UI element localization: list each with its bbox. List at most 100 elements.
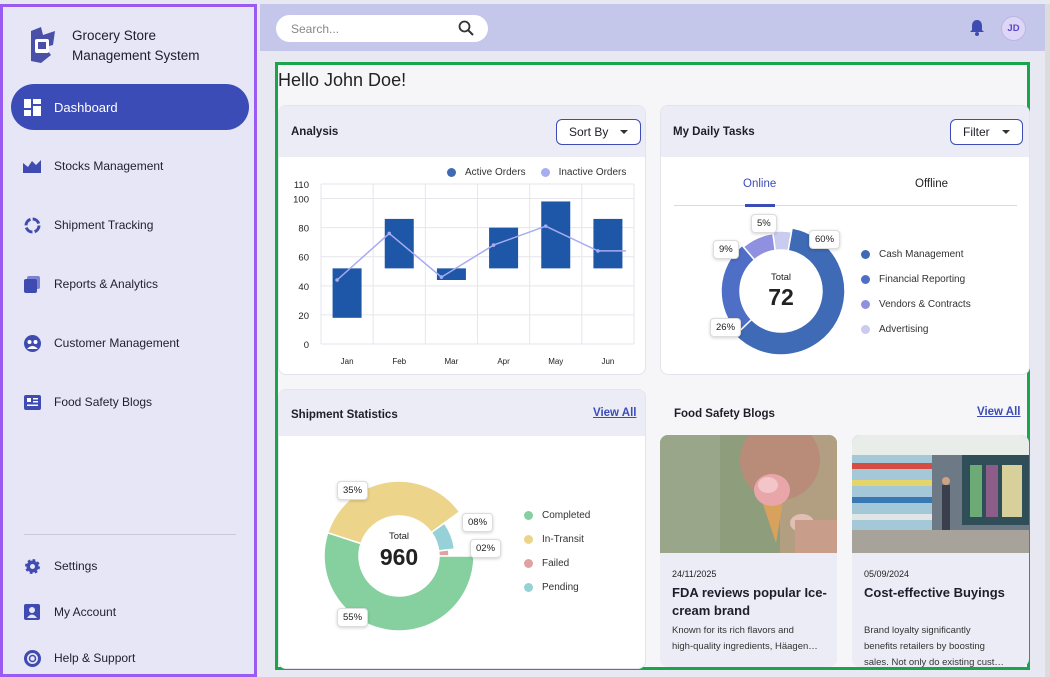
legend-label: Failed [542,558,570,569]
data-label: 5% [751,214,777,233]
point-inactive-orders [387,231,392,236]
brand-name: Grocery Store Management System [72,28,200,63]
legend-swatch [524,535,533,544]
blog-icon [23,393,41,411]
window-edge [1045,4,1050,677]
legend-swatch [861,300,870,309]
legend-label: Cash Management [879,249,964,260]
filter-label: Filter [963,125,990,139]
main-content: Hello John Doe! Analysis Sort By Active … [275,62,1030,670]
legend-item: Failed [524,558,590,569]
sidebar-item-label: Help & Support [54,651,136,665]
caret-down-icon [620,130,629,134]
sidebar-item-settings[interactable]: Settings [11,543,249,589]
ice-cream-image [660,435,837,553]
grocery-logo-icon [31,27,55,63]
sidebar-item-label: Reports & Analytics [54,277,159,291]
sidebar-item-stocks[interactable]: Stocks Management [11,143,249,189]
point-inactive-orders [491,243,496,247]
card-title: Analysis [291,126,339,138]
blog-excerpt-line: sales. Not only do existing cust… [864,657,1004,667]
search-box[interactable] [276,15,488,42]
legend-swatch [524,583,533,592]
point-inactive-orders [335,278,339,282]
search-input[interactable] [291,21,451,36]
card-header: Shipment Statistics View All [279,390,645,436]
view-all-link[interactable]: View All [977,406,1020,418]
sidebar-divider [24,534,236,535]
legend-label: Pending [542,582,579,593]
legend-swatch [524,511,533,520]
blog-card[interactable]: 05/09/2024 Cost-effective Buyings Brand … [852,435,1029,667]
blog-card[interactable]: 24/11/2025 FDA reviews popular Ice-cream… [660,435,837,667]
bar-active-orders [489,227,519,269]
blog-date: 05/09/2024 [864,569,910,579]
bar-active-orders [384,218,414,269]
active-tab-indicator [745,204,775,207]
customer-icon [23,334,41,352]
y-tick-label: 40 [298,282,309,293]
donut-total-label: Total [770,272,792,283]
filter-dropdown[interactable]: Filter [950,119,1023,145]
top-bar: JD [260,4,1050,51]
legend-swatch [524,559,533,568]
y-tick-label: 20 [298,311,309,322]
dashboard-icon [23,98,41,116]
brand[interactable]: Grocery Store Management System [27,25,222,67]
tab-online[interactable]: Online [743,178,776,190]
data-label: 08% [462,513,494,532]
sort-by-label: Sort By [569,125,609,139]
task-tabs: Online Offline [674,166,1017,207]
tasks-legend: Cash Management Financial Reporting Vend… [861,249,971,335]
view-all-link[interactable]: View All [593,407,636,419]
search-icon[interactable] [458,20,474,41]
legend-label: In-Transit [542,534,584,545]
avatar[interactable]: JD [1001,16,1026,41]
legend-swatch [861,325,870,334]
sort-by-dropdown[interactable]: Sort By [556,119,642,145]
legend-item: Advertising [861,324,971,335]
legend-item: Cash Management [861,249,971,260]
donut-total-value: 72 [768,284,794,310]
y-tick-label: 110 [294,180,309,191]
sidebar-item-label: Customer Management [54,336,180,350]
bar-active-orders [593,218,623,269]
card-title: My Daily Tasks [673,126,755,138]
sidebar-item-dashboard[interactable]: Dashboard [11,84,249,130]
legend-item: Financial Reporting [861,274,971,285]
x-tick-label: Jan [341,357,354,366]
blog-excerpt-line: Brand loyalty significantly [864,625,971,636]
point-inactive-orders [596,249,600,253]
blog-title: Cost-effective Buyings [864,585,1005,600]
data-label: 55% [337,608,369,627]
shipment-legend: Completed In-Transit Failed Pending [524,510,590,593]
sidebar-item-shipment[interactable]: Shipment Tracking [11,202,249,248]
legend-item: Vendors & Contracts [861,299,971,310]
notification-bell-icon[interactable] [969,19,985,41]
account-icon [23,603,41,621]
sidebar-item-reports[interactable]: Reports & Analytics [11,261,249,307]
daily-tasks-card: My Daily Tasks Filter Online Offline Tot… [660,105,1030,375]
food-safety-blogs-section: Food Safety Blogs View All 24/11/2025 FD… [660,389,1030,669]
grocery-aisle-image [852,435,1029,553]
blog-excerpt: Known for its rich flavors and high-qual… [672,623,827,655]
sidebar-item-my-account[interactable]: My Account [11,589,249,635]
blog-excerpt-line: Known for its rich flavors and [672,625,794,636]
data-label: 02% [470,539,502,558]
legend-label: Financial Reporting [879,274,966,285]
x-tick-label: Apr [497,357,510,366]
sidebar-item-food-safety-blogs[interactable]: Food Safety Blogs [11,379,249,425]
tab-offline[interactable]: Offline [915,178,948,190]
sidebar-item-label: Shipment Tracking [54,218,154,232]
donut-slice [771,230,793,252]
point-inactive-orders [439,275,444,279]
sidebar-item-customer[interactable]: Customer Management [11,320,249,366]
sidebar-item-label: Dashboard [54,99,118,115]
sidebar-item-help[interactable]: Help & Support [11,635,249,677]
donut-slice [437,548,450,557]
data-label: 60% [809,230,841,249]
analysis-card: Analysis Sort By Active Orders Inactive … [278,105,646,375]
sidebar-item-label: Food Safety Blogs [54,395,153,409]
help-icon [23,649,41,667]
donut-total-label: Total [388,531,410,542]
